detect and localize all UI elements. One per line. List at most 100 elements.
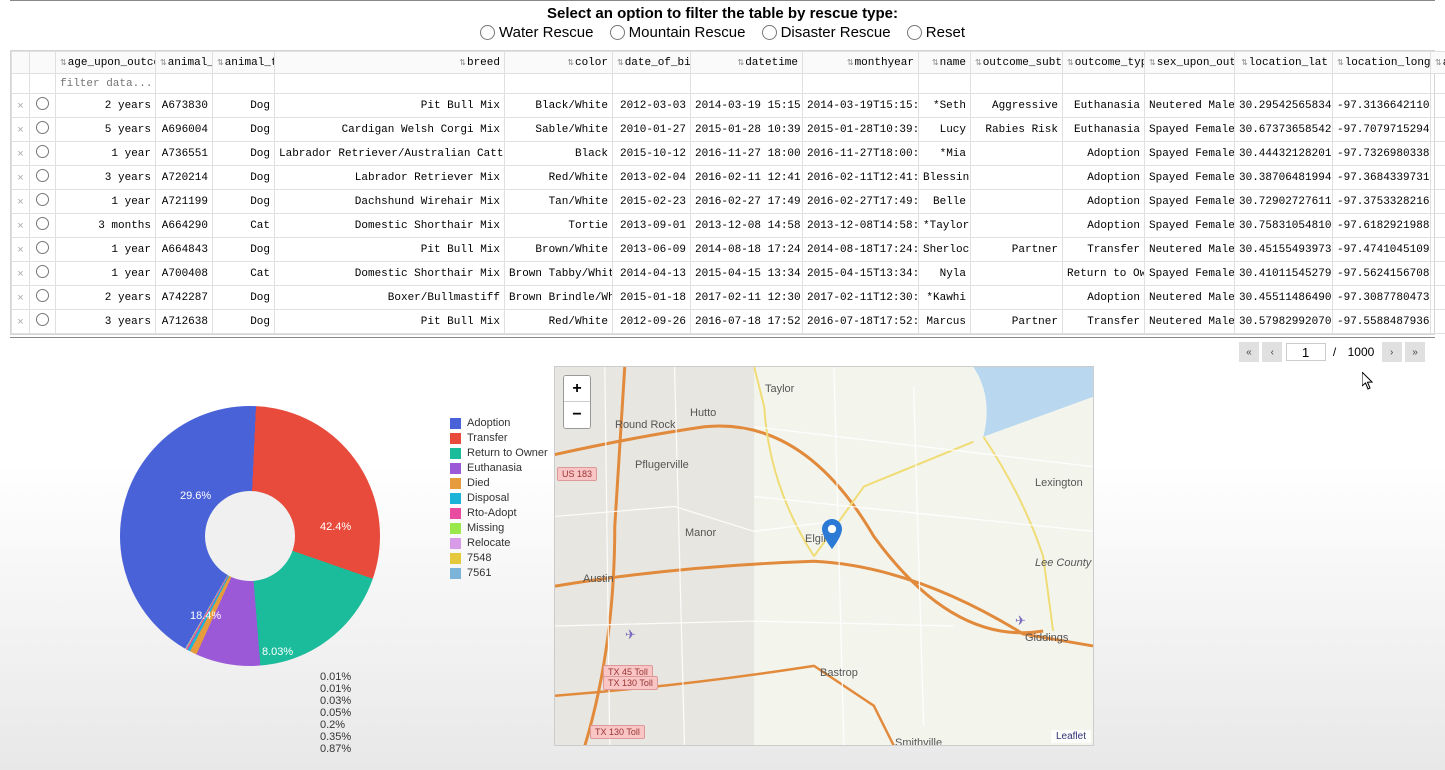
row-delete-icon[interactable]: × [12,190,30,214]
cell-date_of_birth: 2012-03-03 [613,94,691,118]
col-date_of_birth[interactable]: ⇅date_of_birth [613,52,691,74]
legend-item[interactable]: Missing [450,521,548,535]
legend-item[interactable]: 7548 [450,551,548,565]
radio-disaster[interactable] [762,25,777,40]
filter-option-disaster[interactable]: Disaster Rescue [762,24,891,41]
page-first-button[interactable]: « [1239,342,1259,362]
row-delete-icon[interactable]: × [12,142,30,166]
col-location_long[interactable]: ⇅location_long [1333,52,1431,74]
legend-swatch [450,568,461,579]
table-row[interactable]: ×5 yearsA696004DogCardigan Welsh Corgi M… [12,118,1445,142]
col-sex_upon_outcome[interactable]: ⇅sex_upon_outcome [1145,52,1235,74]
table-row[interactable]: ×1 yearA664843DogPit Bull MixBrown/White… [12,238,1445,262]
col-age_upon_outcome[interactable]: ⇅age_upon_outcome [56,52,156,74]
cell-date_of_birth: 2012-09-26 [613,310,691,334]
filter-input[interactable] [60,78,151,90]
legend-item[interactable]: Disposal [450,491,548,505]
row-delete-icon[interactable]: × [12,94,30,118]
col-name[interactable]: ⇅name [919,52,971,74]
filter-option-reset[interactable]: Reset [907,24,965,41]
table-row[interactable]: ×3 yearsA712638DogPit Bull MixRed/White2… [12,310,1445,334]
table-row[interactable]: ×1 yearA736551DogLabrador Retriever/Aust… [12,142,1445,166]
row-select-radio[interactable] [36,265,49,278]
radio-water[interactable] [480,25,495,40]
page-current-input[interactable] [1286,343,1326,361]
cell-datetime: 2017-02-11 12:30:00 [691,286,803,310]
legend-item[interactable]: Return to Owner [450,446,548,460]
col-animal_id[interactable]: ⇅animal_id [156,52,213,74]
col-datetime[interactable]: ⇅datetime [691,52,803,74]
col-breed[interactable]: ⇅breed [275,52,505,74]
legend-item[interactable]: Relocate [450,536,548,550]
page-last-button[interactable]: » [1405,342,1425,362]
row-delete-icon[interactable]: × [12,238,30,262]
cell-age_upon_outcome: 2 years [56,94,156,118]
cell-sex_upon_outcome: Spayed Female [1145,214,1235,238]
table-row[interactable]: ×2 yearsA742287DogBoxer/BullmastiffBrown… [12,286,1445,310]
col-location_lat[interactable]: ⇅location_lat [1235,52,1333,74]
table-row[interactable]: ×1 yearA721199DogDachshund Wirehair MixT… [12,190,1445,214]
zoom-in-button[interactable]: + [564,376,590,402]
cell-age [1431,214,1445,238]
page-next-button[interactable]: › [1382,342,1402,362]
row-delete-icon[interactable]: × [12,310,30,334]
table-row[interactable]: ×2 yearsA673830DogPit Bull MixBlack/Whit… [12,94,1445,118]
map-city-label: Bastrop [820,667,858,679]
row-select-radio[interactable] [36,97,49,110]
col-outcome_type[interactable]: ⇅outcome_type [1063,52,1145,74]
table-row[interactable]: ×1 yearA700408CatDomestic Shorthair MixB… [12,262,1445,286]
row-delete-icon[interactable]: × [12,118,30,142]
cell-datetime: 2016-02-27 17:49:00 [691,190,803,214]
legend-item[interactable]: Adoption [450,416,548,430]
row-select-radio[interactable] [36,169,49,182]
map[interactable]: Round RockTaylorHuttoPflugervilleManorEl… [554,366,1094,746]
row-select-radio[interactable] [36,241,49,254]
cell-datetime: 2013-12-08 14:58:00 [691,214,803,238]
row-select-radio[interactable] [36,193,49,206]
col-age[interactable]: ⇅age [1431,52,1445,74]
row-delete-icon[interactable]: × [12,214,30,238]
row-select-radio[interactable] [36,289,49,302]
row-select-radio[interactable] [36,145,49,158]
cell-monthyear: 2016-11-27T18:00:00 [803,142,919,166]
radio-reset[interactable] [907,25,922,40]
col-animal_type[interactable]: ⇅animal_type [213,52,275,74]
filter-option-water[interactable]: Water Rescue [480,24,593,41]
cell-breed: Labrador Retriever Mix [275,166,505,190]
row-select-radio[interactable] [36,121,49,134]
map-attribution[interactable]: Leaflet [1051,730,1091,743]
col-color[interactable]: ⇅color [505,52,613,74]
zoom-out-button[interactable]: − [564,402,590,428]
table-row[interactable]: ×3 monthsA664290CatDomestic Shorthair Mi… [12,214,1445,238]
table-row[interactable]: ×3 yearsA720214DogLabrador Retriever Mix… [12,166,1445,190]
legend-item[interactable]: 7561 [450,566,548,580]
cell-age_upon_outcome: 1 year [56,142,156,166]
map-road-badge: US 183 [557,467,597,481]
cell-color: Sable/White [505,118,613,142]
col-monthyear[interactable]: ⇅monthyear [803,52,919,74]
legend-item[interactable]: Euthanasia [450,461,548,475]
map-marker-icon[interactable] [821,519,843,549]
col-outcome_subtype[interactable]: ⇅outcome_subtype [971,52,1063,74]
row-select-radio[interactable] [36,313,49,326]
cell-monthyear: 2015-01-28T10:39:00 [803,118,919,142]
filter-option-mountain[interactable]: Mountain Rescue [610,24,746,41]
legend-item[interactable]: Rto-Adopt [450,506,548,520]
chart-legend: AdoptionTransferReturn to OwnerEuthanasi… [450,416,548,581]
map-city-label: Pflugerville [635,459,689,471]
row-delete-icon[interactable]: × [12,262,30,286]
cell-animal_type: Dog [213,286,275,310]
legend-item[interactable]: Died [450,476,548,490]
cell-sex_upon_outcome: Spayed Female [1145,118,1235,142]
filter-label: Disaster Rescue [781,24,891,41]
cell-name: Blessing [919,166,971,190]
cell-animal_type: Cat [213,262,275,286]
legend-item[interactable]: Transfer [450,431,548,445]
row-delete-icon[interactable]: × [12,166,30,190]
cell-animal_type: Dog [213,238,275,262]
row-select-radio[interactable] [36,217,49,230]
page-prev-button[interactable]: ‹ [1262,342,1282,362]
radio-mountain[interactable] [610,25,625,40]
row-delete-icon[interactable]: × [12,286,30,310]
cell-outcome_type: Adoption [1063,286,1145,310]
